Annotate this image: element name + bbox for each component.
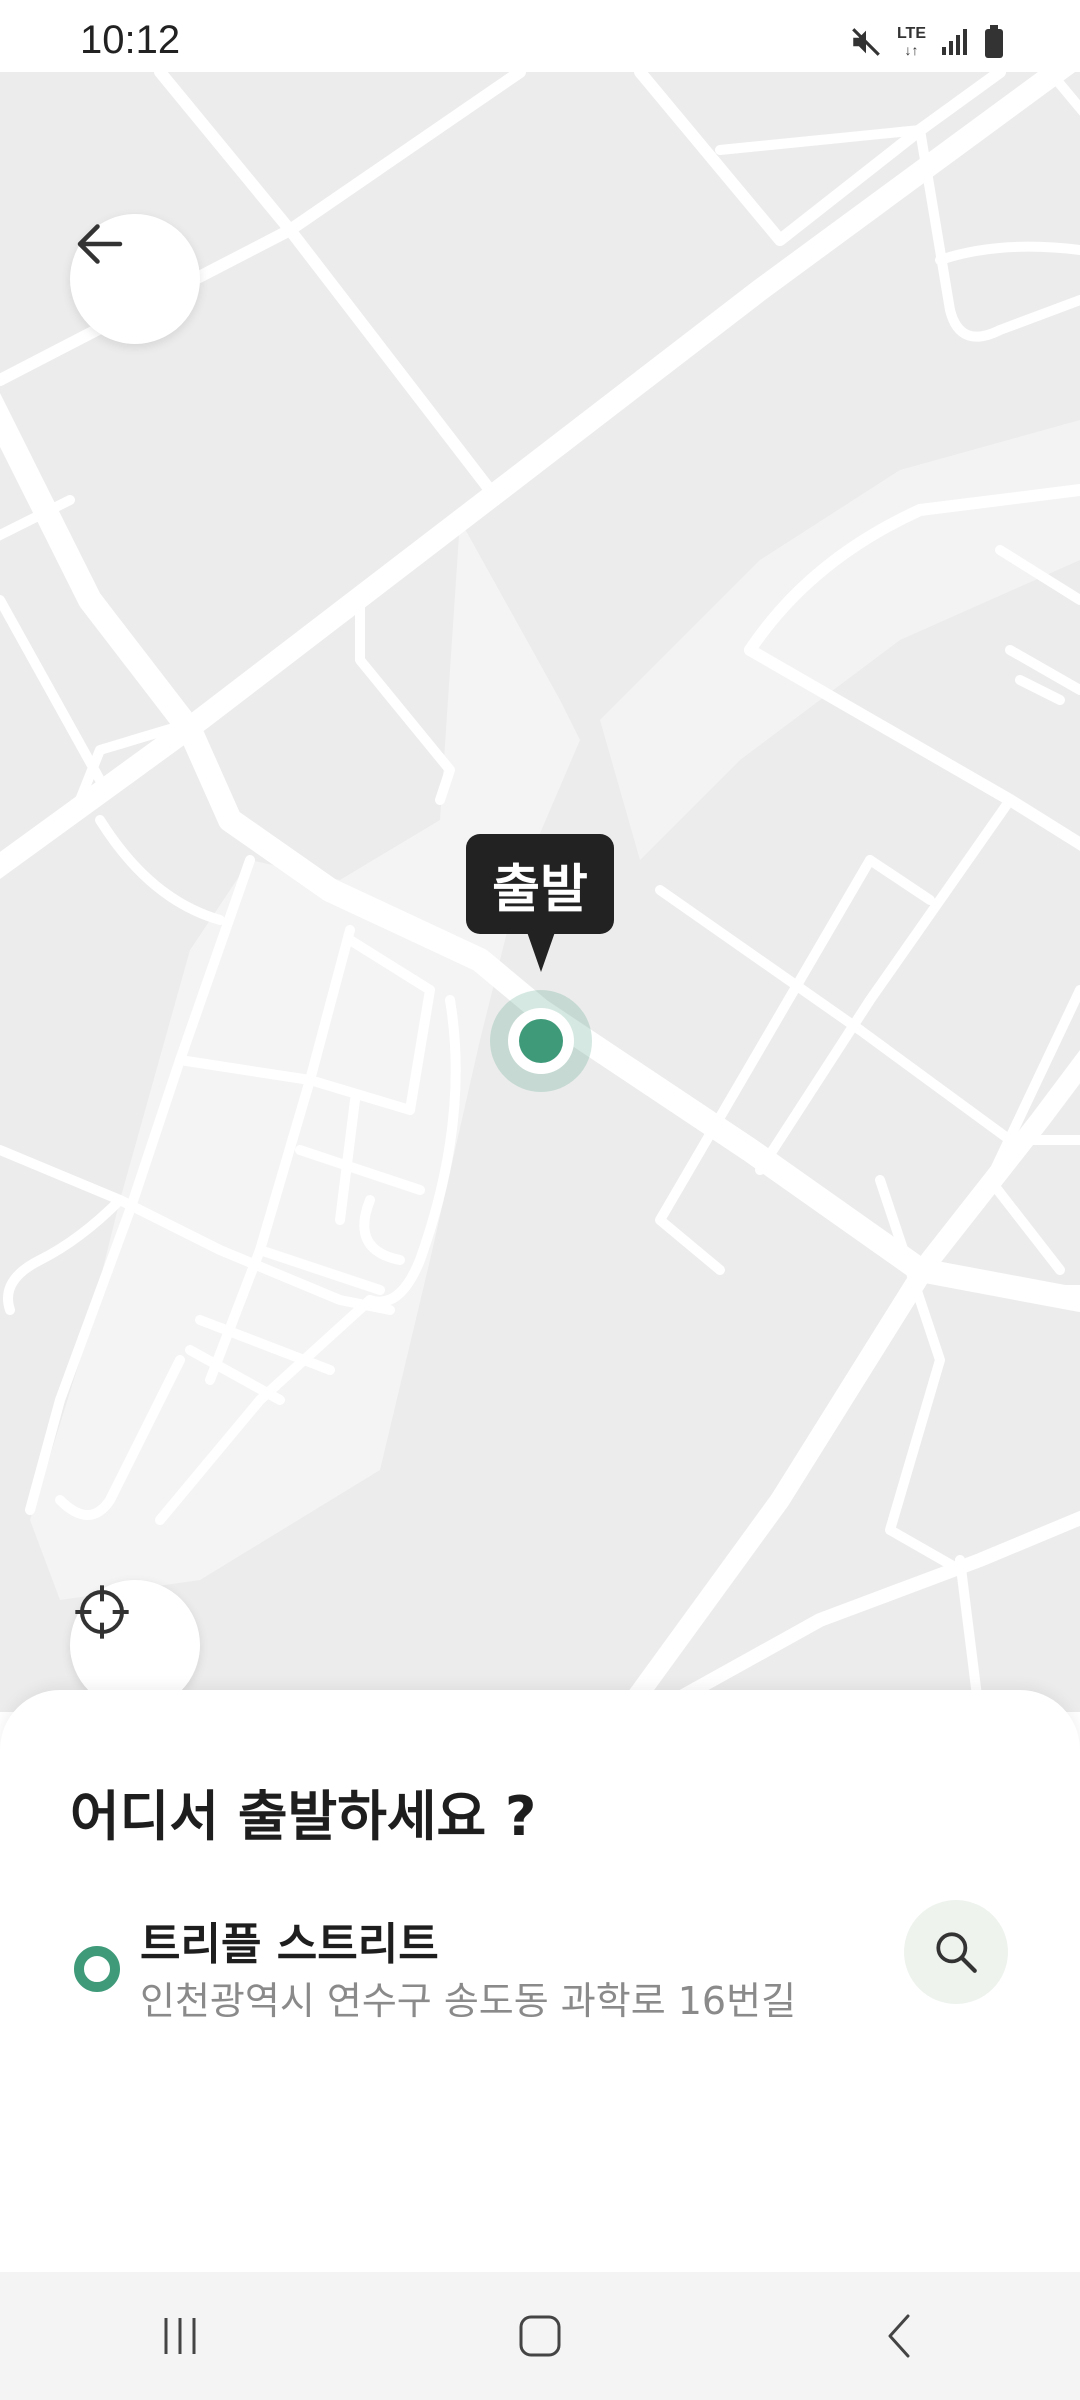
start-marker-label: 출발 bbox=[466, 834, 614, 934]
location-dot-icon bbox=[74, 1946, 120, 1992]
bottom-sheet: 어디서 출발하세요 ? 트리플 스트리트 인천광역시 연수구 송도동 과학로 1… bbox=[0, 1690, 1080, 2272]
tooltip-pointer bbox=[527, 932, 555, 972]
back-icon bbox=[888, 2314, 910, 2358]
system-nav-bar bbox=[0, 2272, 1080, 2400]
status-icons: LTE ↓↑ bbox=[849, 22, 1004, 62]
network-type-label: LTE bbox=[896, 25, 926, 42]
recent-apps-icon bbox=[164, 2318, 196, 2354]
recent-apps-button[interactable] bbox=[100, 2286, 260, 2386]
battery-icon bbox=[985, 25, 1003, 58]
sheet-title: 어디서 출발하세요 ? bbox=[70, 1785, 537, 1848]
home-button[interactable] bbox=[460, 2286, 620, 2386]
signal-icon bbox=[942, 29, 967, 55]
nav-back-button[interactable] bbox=[820, 2286, 980, 2386]
lte-icon: LTE ↓↑ bbox=[896, 25, 926, 59]
location-name: 트리플 스트리트 bbox=[140, 1919, 439, 1970]
mute-icon bbox=[852, 28, 880, 56]
home-icon bbox=[519, 2315, 561, 2357]
pin-dot bbox=[519, 1019, 563, 1063]
location-address: 인천광역시 연수구 송도동 과학로 16번길 bbox=[140, 1979, 797, 2023]
status-bar: 10:12 LTE ↓↑ bbox=[0, 0, 1080, 72]
back-button[interactable] bbox=[70, 214, 200, 344]
search-button[interactable] bbox=[904, 1900, 1008, 2004]
search-icon bbox=[936, 1932, 977, 1973]
back-arrow-icon bbox=[77, 224, 123, 264]
crosshair-icon bbox=[75, 1585, 129, 1639]
status-time: 10:12 bbox=[80, 18, 181, 62]
